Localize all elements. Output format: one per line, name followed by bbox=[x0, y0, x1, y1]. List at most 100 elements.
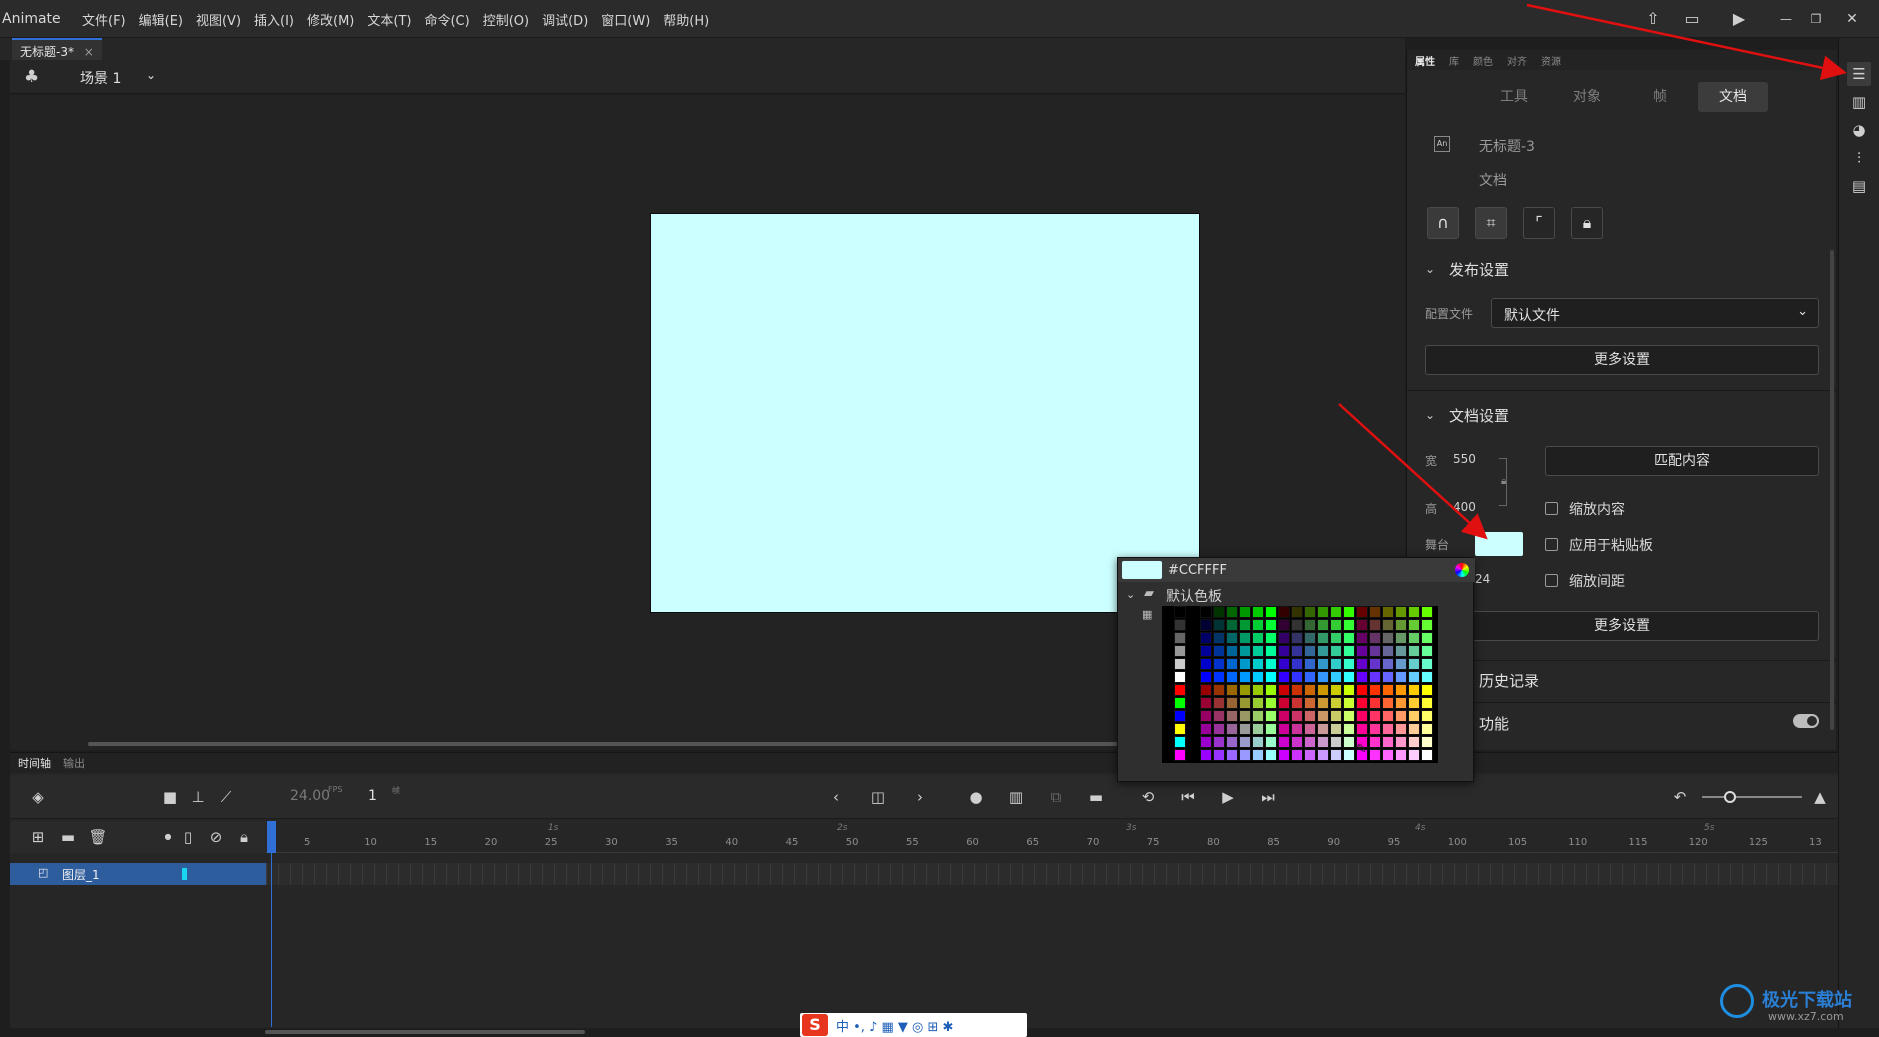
onion-skin-icon[interactable]: ● bbox=[966, 787, 986, 807]
swatch[interactable] bbox=[1382, 697, 1394, 709]
loop-icon[interactable]: ⟲ bbox=[1138, 787, 1158, 807]
swatch[interactable] bbox=[1278, 723, 1290, 735]
swatch[interactable] bbox=[1382, 619, 1394, 631]
frames-row[interactable] bbox=[266, 863, 1838, 885]
swatch[interactable] bbox=[1395, 632, 1407, 644]
swatch[interactable] bbox=[1317, 736, 1329, 748]
swatch[interactable] bbox=[1213, 645, 1225, 657]
subtab-document[interactable]: 文档 bbox=[1698, 82, 1768, 112]
menu-edit[interactable]: 编辑(E) bbox=[139, 10, 183, 29]
swatch[interactable] bbox=[1226, 619, 1238, 631]
swatch[interactable] bbox=[1252, 749, 1264, 761]
publish-collapse-chevron-icon[interactable]: ⌄ bbox=[1425, 262, 1435, 276]
swatch[interactable] bbox=[1265, 684, 1277, 696]
swatch[interactable] bbox=[1239, 723, 1251, 735]
tab-timeline[interactable]: 时间轴 bbox=[18, 755, 51, 771]
swatch[interactable] bbox=[1265, 710, 1277, 722]
swatch[interactable] bbox=[1382, 658, 1394, 670]
swatch[interactable] bbox=[1252, 684, 1264, 696]
layer-row[interactable]: ◰ 图层_1 bbox=[10, 863, 266, 885]
swatch[interactable] bbox=[1265, 671, 1277, 683]
swatch[interactable] bbox=[1408, 736, 1420, 748]
swatch[interactable] bbox=[1382, 710, 1394, 722]
document-tab-close-icon[interactable]: × bbox=[84, 45, 94, 59]
swatch[interactable] bbox=[1213, 697, 1225, 709]
new-layer-icon[interactable]: ⊞ bbox=[28, 827, 48, 847]
swatch[interactable] bbox=[1343, 723, 1355, 735]
swatch[interactable] bbox=[1239, 736, 1251, 748]
width-field[interactable]: 550 bbox=[1453, 452, 1476, 466]
swatch[interactable] bbox=[1343, 619, 1355, 631]
swatch[interactable] bbox=[1304, 736, 1316, 748]
swatch[interactable] bbox=[1408, 671, 1420, 683]
subtab-tool[interactable]: 工具 bbox=[1479, 82, 1549, 112]
swatch[interactable] bbox=[1382, 723, 1394, 735]
swatch[interactable] bbox=[1304, 619, 1316, 631]
swatch[interactable] bbox=[1252, 645, 1264, 657]
layer-color-chip[interactable] bbox=[182, 868, 187, 880]
scene-icon[interactable]: ♣ bbox=[24, 67, 39, 87]
swatch[interactable] bbox=[1265, 619, 1277, 631]
swatch[interactable] bbox=[1317, 723, 1329, 735]
swatch[interactable] bbox=[1174, 736, 1186, 748]
scene-dropdown-chevron-icon[interactable]: ⌄ bbox=[146, 68, 156, 82]
swatch[interactable] bbox=[1174, 723, 1186, 735]
align-icon[interactable]: ⫶ bbox=[1847, 146, 1871, 170]
swatch[interactable] bbox=[1239, 645, 1251, 657]
swatch[interactable] bbox=[1226, 645, 1238, 657]
share-icon[interactable]: ⇧ bbox=[1643, 9, 1663, 29]
library-icon[interactable]: ▥ bbox=[1847, 90, 1871, 114]
swatch[interactable] bbox=[1200, 736, 1212, 748]
swatch[interactable] bbox=[1356, 697, 1368, 709]
swatch[interactable] bbox=[1291, 619, 1303, 631]
tab-color[interactable]: 颜色 bbox=[1473, 53, 1493, 68]
outline-icon[interactable]: ▯ bbox=[178, 827, 198, 847]
swatch[interactable] bbox=[1200, 645, 1212, 657]
swatch[interactable] bbox=[1226, 684, 1238, 696]
profile-select[interactable]: 默认文件 ⌄ bbox=[1491, 298, 1819, 328]
swatch[interactable] bbox=[1395, 684, 1407, 696]
minimize-icon[interactable]: — bbox=[1776, 9, 1796, 29]
swatch[interactable] bbox=[1421, 632, 1433, 644]
swatch[interactable] bbox=[1343, 710, 1355, 722]
trash-icon[interactable]: 🗑︎ bbox=[88, 827, 108, 847]
swatch[interactable] bbox=[1213, 736, 1225, 748]
swatch[interactable] bbox=[1330, 632, 1342, 644]
swatch[interactable] bbox=[1213, 671, 1225, 683]
swatch[interactable] bbox=[1278, 684, 1290, 696]
swatch[interactable] bbox=[1213, 658, 1225, 670]
camera-icon[interactable]: ■ bbox=[160, 787, 180, 807]
swatch[interactable] bbox=[1408, 645, 1420, 657]
swatch[interactable] bbox=[1239, 658, 1251, 670]
tween-icon[interactable]: ⧉ bbox=[1046, 787, 1066, 807]
swatch[interactable] bbox=[1265, 723, 1277, 735]
crop-icon[interactable]: ⌗ bbox=[1475, 207, 1507, 239]
swatch[interactable] bbox=[1343, 632, 1355, 644]
swatch[interactable] bbox=[1408, 658, 1420, 670]
menu-view[interactable]: 视图(V) bbox=[196, 10, 241, 29]
swatch[interactable] bbox=[1317, 749, 1329, 761]
swatch[interactable] bbox=[1278, 606, 1290, 618]
swatch[interactable] bbox=[1213, 723, 1225, 735]
swatch[interactable] bbox=[1421, 606, 1433, 618]
layers-icon[interactable]: ◈ bbox=[28, 787, 48, 807]
swatch[interactable] bbox=[1317, 710, 1329, 722]
snap-magnet-icon[interactable]: ∩ bbox=[1427, 207, 1459, 239]
swatch[interactable] bbox=[1369, 723, 1381, 735]
visibility-eye-icon[interactable]: ⊘ bbox=[206, 827, 226, 847]
swatch[interactable] bbox=[1226, 710, 1238, 722]
highlight-dot-icon[interactable]: ● bbox=[158, 827, 178, 847]
layer-parenting-icon[interactable]: ⊥ bbox=[188, 787, 208, 807]
swatch[interactable] bbox=[1252, 632, 1264, 644]
swatch[interactable] bbox=[1356, 710, 1368, 722]
swatch[interactable] bbox=[1356, 645, 1368, 657]
swatch[interactable] bbox=[1317, 697, 1329, 709]
insert-keyframe-icon[interactable]: ◫ bbox=[868, 787, 888, 807]
features-title[interactable]: 功能 bbox=[1479, 713, 1509, 734]
swatch[interactable] bbox=[1408, 606, 1420, 618]
swatch[interactable] bbox=[1343, 749, 1355, 761]
swatch[interactable] bbox=[1174, 697, 1186, 709]
swatch[interactable] bbox=[1226, 723, 1238, 735]
swatch[interactable] bbox=[1395, 671, 1407, 683]
swatch[interactable] bbox=[1213, 684, 1225, 696]
